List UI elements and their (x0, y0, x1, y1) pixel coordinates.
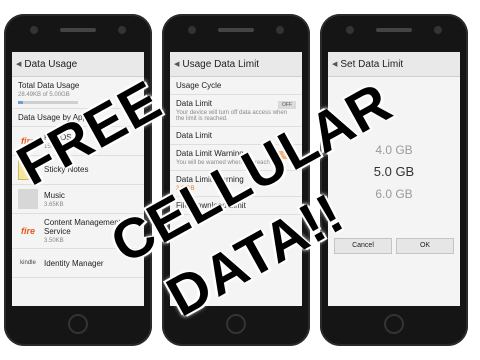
app-size: 3.65KB (44, 201, 64, 208)
camera-icon (188, 26, 196, 34)
speaker-grille (376, 28, 412, 32)
back-arrow-icon[interactable]: ◀ (174, 60, 179, 68)
camera-icon (346, 26, 354, 34)
camera-icon (30, 26, 38, 34)
home-button[interactable] (384, 314, 404, 334)
sensor-icon (118, 26, 126, 34)
back-arrow-icon[interactable]: ◀ (16, 60, 21, 68)
app-name: Identity Manager (44, 258, 104, 268)
speaker-grille (60, 28, 96, 32)
page-title: Data Usage (24, 58, 78, 70)
sensor-icon (276, 26, 284, 34)
page-title: Set Data Limit (340, 58, 404, 70)
data-limit-toggle[interactable]: OFF (278, 101, 296, 109)
sensor-icon (434, 26, 442, 34)
back-arrow-icon[interactable]: ◀ (332, 60, 337, 68)
fire-icon: fire (20, 226, 35, 236)
ok-button[interactable]: OK (396, 238, 454, 254)
title-bar[interactable]: ◀ Set Data Limit (328, 52, 460, 77)
dialog-button-row: Cancel OK (334, 238, 454, 254)
total-usage-bar (18, 101, 78, 104)
title-bar[interactable]: ◀ Data Usage (12, 52, 144, 77)
page-title: Usage Data Limit (182, 58, 260, 70)
usage-cycle-row[interactable]: Usage Cycle (170, 77, 302, 95)
usage-cycle-label: Usage Cycle (176, 81, 222, 90)
home-button[interactable] (68, 314, 88, 334)
kindle-icon: kindle (20, 260, 36, 266)
title-bar[interactable]: ◀ Usage Data Limit (170, 52, 302, 77)
home-button[interactable] (226, 314, 246, 334)
speaker-grille (218, 28, 254, 32)
